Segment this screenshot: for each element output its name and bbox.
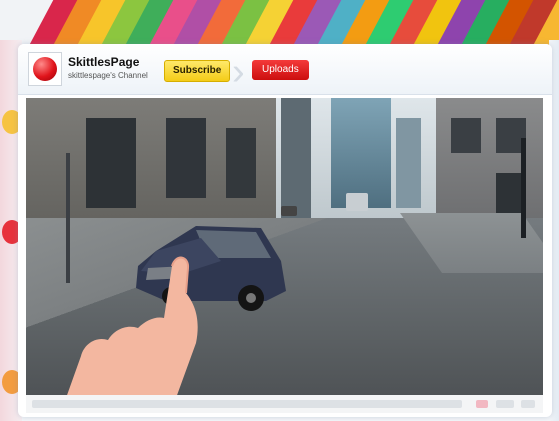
video-lamp-post: [521, 138, 526, 238]
avatar[interactable]: [28, 52, 62, 86]
video-tower: [331, 98, 391, 208]
video-distant-car: [281, 206, 297, 216]
video-building-right: [436, 98, 543, 223]
channel-name[interactable]: SkittlesPage: [68, 55, 139, 69]
channel-subtitle: skittlespage's Channel: [68, 71, 148, 80]
video-distant-car: [346, 193, 368, 211]
fullscreen-icon[interactable]: [521, 400, 535, 408]
pointing-hand-overlay: [67, 256, 198, 395]
resolution-button[interactable]: [496, 400, 514, 408]
video-window: [166, 118, 206, 198]
chevron-right-icon: ›: [232, 51, 245, 93]
channel-panel: SkittlesPage skittlespage's Channel Subs…: [18, 44, 552, 417]
progress-bar[interactable]: [32, 400, 462, 408]
subscribe-button[interactable]: Subscribe: [164, 60, 231, 82]
red-ball-logo-icon: [33, 57, 57, 81]
player-controls: [26, 395, 543, 413]
video-tower: [396, 118, 421, 208]
channel-header: SkittlesPage skittlespage's Channel Subs…: [18, 44, 552, 95]
video-window: [451, 118, 481, 153]
video-building-far: [281, 98, 311, 218]
volume-control[interactable]: [476, 400, 488, 408]
video-player[interactable]: [26, 98, 543, 395]
video-window: [86, 118, 136, 208]
uploads-tab[interactable]: Uploads: [252, 60, 309, 80]
video-window: [226, 128, 256, 198]
